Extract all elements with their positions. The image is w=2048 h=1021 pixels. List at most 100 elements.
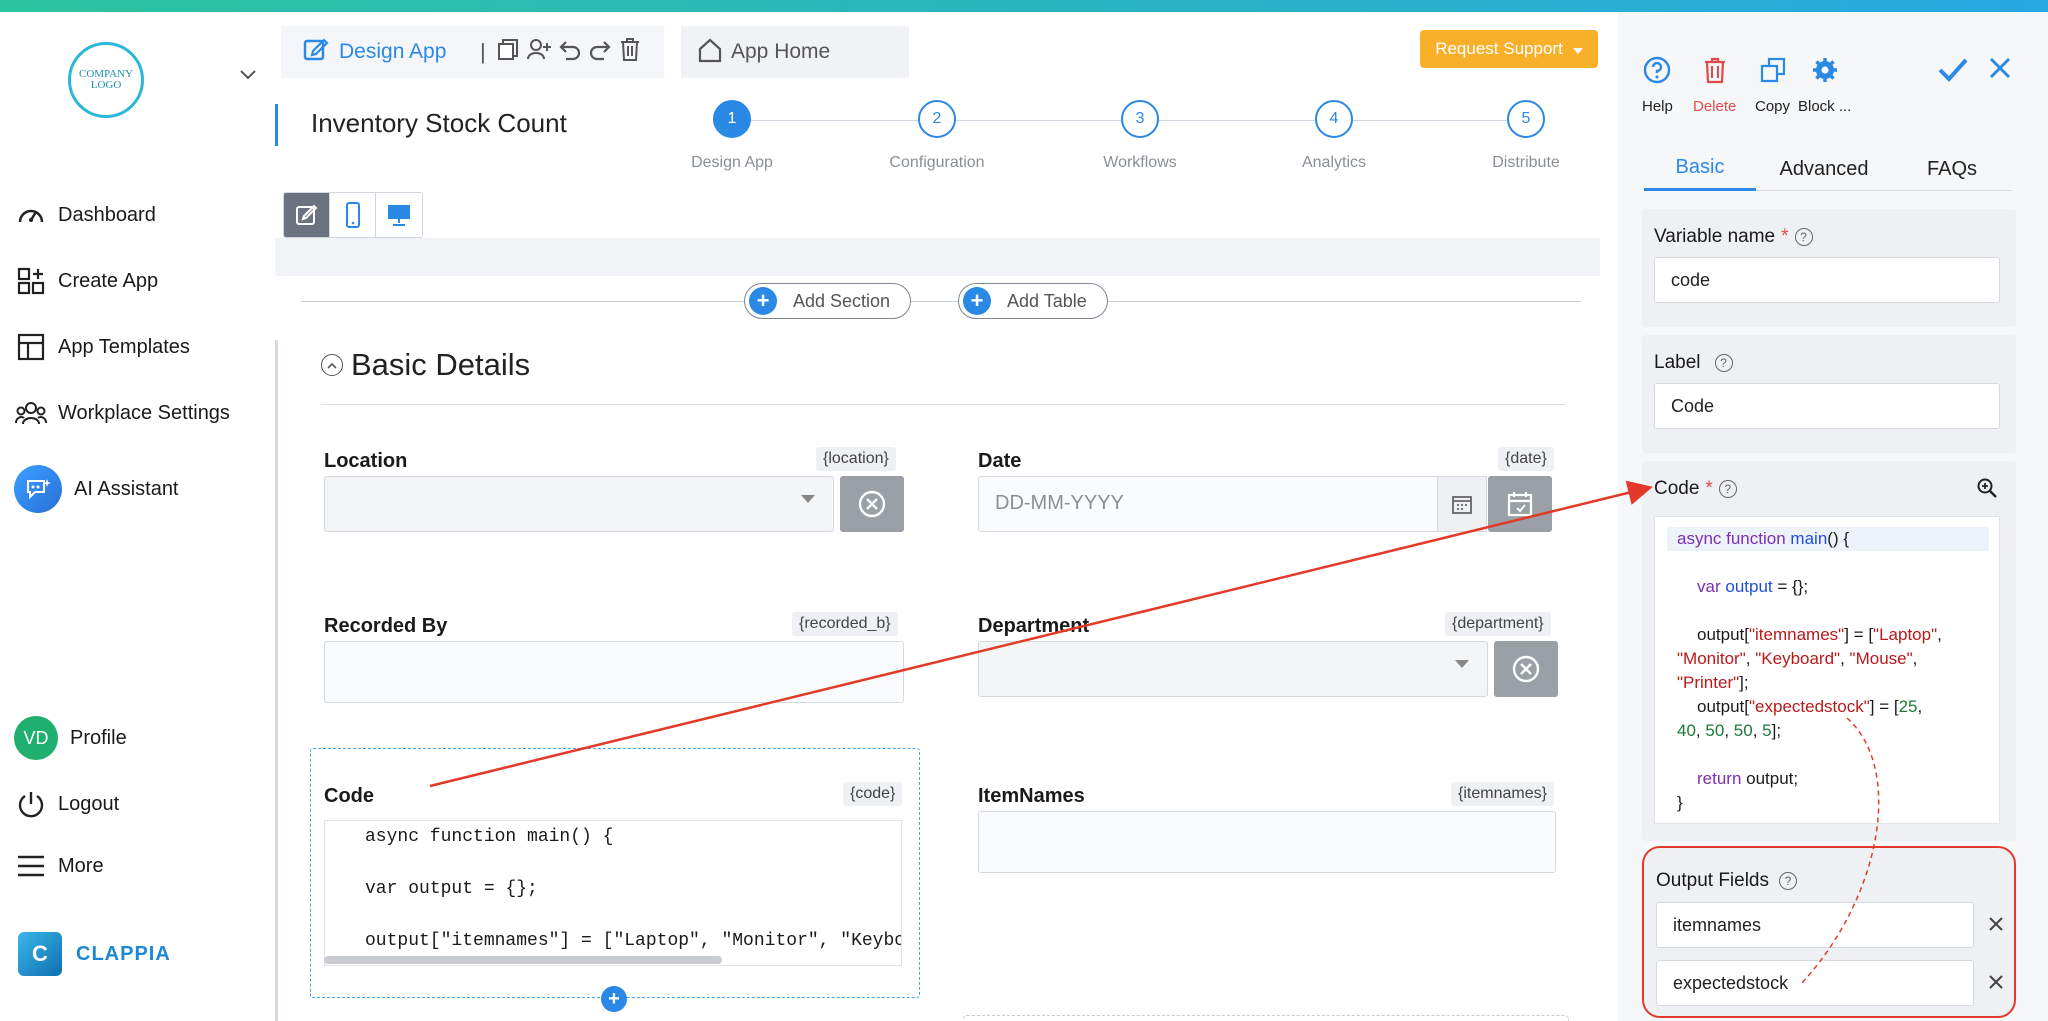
- recorded-by-input[interactable]: [324, 641, 904, 703]
- itemnames-label: ItemNames: [978, 785, 1085, 807]
- code-field-label: Code: [324, 785, 374, 807]
- code-editor[interactable]: async function main() { var output = {};…: [1654, 516, 2000, 824]
- close-icon[interactable]: [1987, 55, 2013, 86]
- code-line: "Printer"];: [1677, 673, 1749, 692]
- sidebar-item-ai-assistant[interactable]: AI Assistant: [14, 462, 179, 516]
- zoom-in-icon[interactable]: [1976, 477, 1998, 504]
- help-icon: [1642, 52, 1673, 88]
- help-circle-icon[interactable]: ?: [1779, 872, 1797, 890]
- code-variable-tag: {code}: [843, 782, 903, 806]
- step-configuration[interactable]: 2 Configuration: [872, 100, 1002, 172]
- ai-chat-icon: [14, 465, 62, 513]
- required-mark: *: [1705, 478, 1713, 499]
- step-label: Analytics: [1301, 154, 1367, 171]
- redo-icon[interactable]: [588, 37, 612, 67]
- help-circle-icon[interactable]: ?: [1794, 228, 1813, 246]
- variable-name-card: Variable name * ? code: [1642, 209, 2016, 327]
- add-bar-divider: [301, 301, 1581, 302]
- clappia-brand[interactable]: C CLAPPIA: [18, 932, 171, 976]
- sidebar-item-profile[interactable]: VD Profile: [14, 714, 127, 762]
- date-input[interactable]: DD-MM-YYYY: [978, 476, 1438, 532]
- location-clear-button[interactable]: [840, 476, 904, 532]
- stepper: 1 Design App 2 Configuration 3 Workflows…: [675, 100, 1595, 190]
- canvas-top-band: [275, 238, 1600, 276]
- sidebar-item-label: Profile: [70, 726, 127, 749]
- next-field-placeholder: [963, 1015, 1569, 1021]
- step-design-app[interactable]: 1 Design App: [667, 100, 797, 172]
- department-select[interactable]: [978, 641, 1488, 697]
- step-distribute[interactable]: 5 Distribute: [1461, 100, 1591, 172]
- tab-basic[interactable]: Basic: [1644, 147, 1756, 191]
- sidebar-item-create-app[interactable]: Create App: [14, 261, 158, 301]
- department-clear-button[interactable]: [1494, 641, 1558, 697]
- sidebar-item-more[interactable]: More: [14, 846, 104, 886]
- sidebar-item-label: More: [58, 854, 104, 877]
- toolbar: |: [480, 26, 642, 78]
- date-picker-button[interactable]: [1488, 476, 1552, 532]
- add-user-icon[interactable]: [526, 37, 552, 67]
- add-table-button[interactable]: + Add Table: [958, 283, 1108, 319]
- variable-name-input[interactable]: code: [1654, 257, 2000, 303]
- add-section-button[interactable]: + Add Section: [744, 283, 912, 319]
- delete-button[interactable]: Delete: [1693, 52, 1736, 115]
- itemnames-input[interactable]: [978, 811, 1556, 873]
- date-placeholder: DD-MM-YYYY: [995, 492, 1124, 514]
- label-input[interactable]: Code: [1654, 383, 2000, 429]
- power-icon: [14, 787, 48, 821]
- help-circle-icon[interactable]: ?: [1714, 354, 1733, 372]
- block-settings-button[interactable]: Block ...: [1798, 52, 1851, 115]
- add-field-below-button[interactable]: +: [601, 986, 627, 1012]
- tab-faqs[interactable]: FAQs: [1892, 147, 2012, 191]
- code-line: "Monitor", "Keyboard", "Mouse",: [1677, 649, 1918, 668]
- sidebar-item-logout[interactable]: Logout: [14, 784, 119, 824]
- step-label: Design App: [691, 154, 773, 171]
- output-field-input[interactable]: itemnames: [1656, 902, 1974, 948]
- collapse-chevron-icon[interactable]: [321, 354, 343, 376]
- trash-icon[interactable]: [618, 36, 642, 68]
- section-header[interactable]: Basic Details: [321, 347, 530, 383]
- step-analytics[interactable]: 4 Analytics: [1269, 100, 1399, 172]
- calendar-icon[interactable]: [1437, 476, 1487, 532]
- remove-output-icon[interactable]: [1988, 970, 2004, 996]
- itemnames-variable-tag: {itemnames}: [1451, 782, 1554, 806]
- help-circle-icon[interactable]: ?: [1718, 480, 1737, 498]
- chevron-down-icon[interactable]: [240, 64, 256, 85]
- help-button[interactable]: Help: [1642, 52, 1673, 115]
- caret-down-icon: [1572, 39, 1583, 59]
- tab-advanced[interactable]: Advanced: [1756, 147, 1892, 191]
- output-field-input[interactable]: expectedstock: [1656, 960, 1974, 1006]
- code-line: output["itemnames"] = ["Laptop",: [1697, 625, 1942, 644]
- edit-view-button[interactable]: [284, 193, 330, 237]
- code-horizontal-scrollbar[interactable]: [324, 956, 722, 964]
- view-toggle: [283, 192, 423, 238]
- desktop-view-button[interactable]: [376, 193, 422, 237]
- label-text: Code: [1654, 478, 1700, 499]
- mobile-view-button[interactable]: [330, 193, 376, 237]
- company-logo[interactable]: COMPANY LOGO: [68, 42, 144, 118]
- save-check-icon[interactable]: [1936, 52, 1970, 91]
- location-select[interactable]: [324, 476, 834, 532]
- output-fields-label: Output Fields ?: [1656, 870, 1797, 892]
- step-label: Distribute: [1492, 154, 1560, 171]
- tab-app-home[interactable]: App Home: [681, 26, 909, 78]
- remove-output-icon[interactable]: [1988, 912, 2004, 938]
- recorded-by-variable-tag: {recorded_b}: [792, 612, 898, 636]
- sidebar-item-label: Dashboard: [58, 203, 156, 226]
- copy-icon[interactable]: [496, 37, 520, 67]
- sidebar-item-dashboard[interactable]: Dashboard: [14, 195, 156, 235]
- undo-icon[interactable]: [558, 37, 582, 67]
- step-workflows[interactable]: 3 Workflows: [1075, 100, 1205, 172]
- tool-label: Copy: [1755, 98, 1791, 115]
- button-label: Add Section: [793, 290, 891, 311]
- output-fields-card: Output Fields ? itemnames expectedstock: [1642, 846, 2016, 1018]
- sidebar-item-workplace-settings[interactable]: Workplace Settings: [14, 393, 230, 433]
- step-number: 5: [1507, 100, 1545, 138]
- step-number: 1: [713, 100, 751, 138]
- department-label: Department: [978, 615, 1090, 637]
- request-support-button[interactable]: Request Support: [1420, 30, 1598, 68]
- tool-label: Help: [1642, 98, 1673, 115]
- code-preview[interactable]: async function main() { var output = {};…: [324, 820, 902, 966]
- sidebar-item-app-templates[interactable]: App Templates: [14, 327, 190, 367]
- copy-button[interactable]: Copy: [1755, 52, 1790, 115]
- gear-icon: [1798, 52, 1851, 88]
